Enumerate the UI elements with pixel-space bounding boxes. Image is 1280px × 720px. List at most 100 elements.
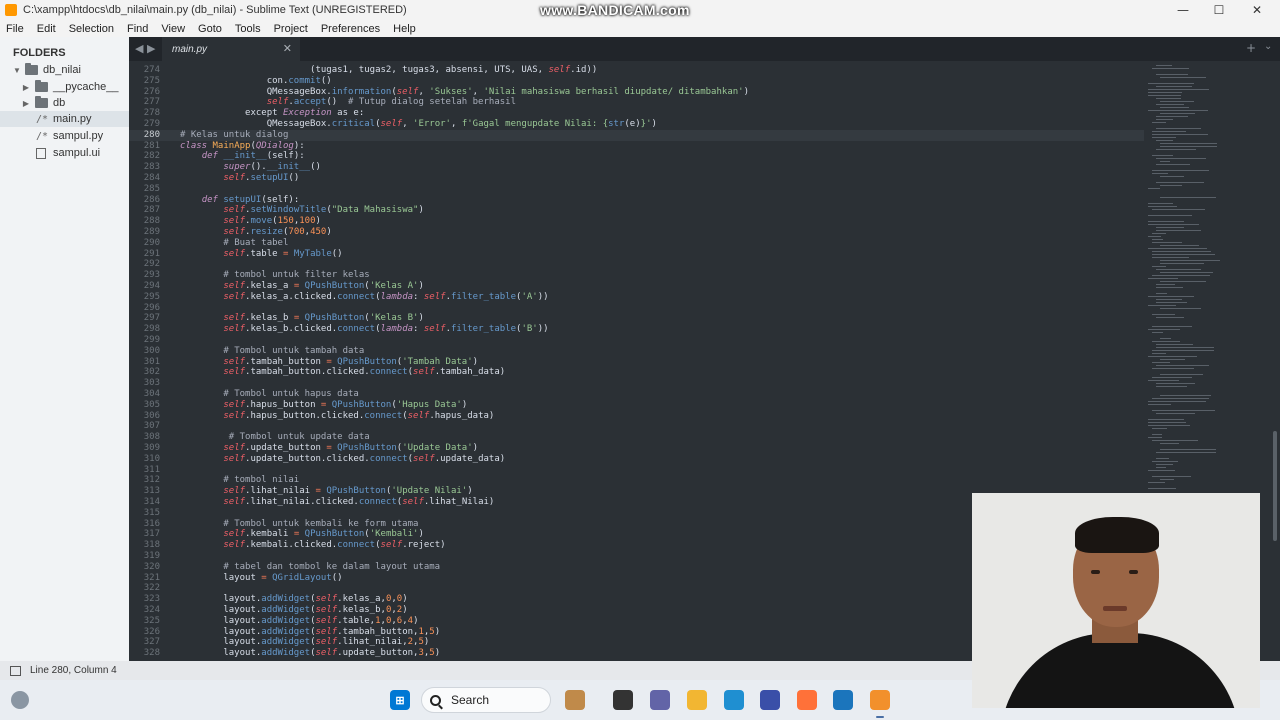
menu-preferences[interactable]: Preferences (321, 23, 380, 35)
code-line[interactable]: 297 self.kelas_b = QPushButton('Kelas B'… (129, 313, 1144, 324)
code-token: ) (651, 119, 657, 129)
code-token: () (331, 572, 343, 583)
line-number: 291 (143, 248, 160, 259)
tree-file-main-py[interactable]: /* main.py (0, 111, 129, 127)
code-token: .hapus_data) (429, 410, 495, 421)
taskbar-search[interactable]: Search (421, 687, 551, 713)
code-token: self (223, 486, 246, 497)
minimize-button[interactable]: — (1164, 0, 1202, 20)
code-token: ) (418, 205, 424, 216)
code-line[interactable]: 278 except Exception as e: (129, 108, 1144, 119)
code-line[interactable]: 286 def setupUI(self): (129, 195, 1144, 206)
chevron-right-icon[interactable]: ▶ (21, 99, 31, 108)
tree-file-sampul-py[interactable]: /* sampul.py (0, 128, 129, 144)
tree-folder-db[interactable]: ▶ db (0, 95, 129, 111)
firefox-icon[interactable] (797, 690, 817, 710)
editor-scrollbar[interactable] (1270, 61, 1280, 661)
code-line[interactable]: 303 (129, 378, 1144, 389)
code-line[interactable]: 312 # tombol nilai (129, 475, 1144, 486)
code-token: ) (472, 356, 479, 367)
code-line[interactable]: 274 (tugas1, tugas2, tugas3, absensi, UT… (129, 65, 1144, 76)
code-line[interactable]: 310 self.update_button.clicked.connect(s… (129, 454, 1144, 465)
menu-goto[interactable]: Goto (198, 23, 222, 35)
code-line[interactable]: 308 # Tombol untuk update data (129, 432, 1144, 443)
edge-icon[interactable] (724, 690, 744, 710)
code-line[interactable]: 304 # Tombol untuk hapus data (129, 389, 1144, 400)
tab-navigation-arrows[interactable]: ◀ ▶ (135, 42, 155, 55)
code-line[interactable]: 294 self.kelas_a = QPushButton('Kelas A'… (129, 281, 1144, 292)
code-line[interactable]: 283 super().__init__() (129, 162, 1144, 173)
menu-selection[interactable]: Selection (69, 23, 114, 35)
tree-folder-db-nilai[interactable]: ▼ db_nilai (0, 62, 129, 78)
code-line[interactable]: 306 self.hapus_button.clicked.connect(se… (129, 411, 1144, 422)
code-token: 'Hapus Data' (396, 399, 462, 410)
code-token: layout. (180, 594, 262, 605)
store-icon[interactable] (833, 690, 853, 710)
code-line[interactable]: 288 self.move(150,100) (129, 216, 1144, 227)
code-line[interactable]: 293 # tombol untuk filter kelas (129, 270, 1144, 281)
code-line[interactable]: 275 con.commit() (129, 76, 1144, 87)
code-line[interactable]: 298 self.kelas_b.clicked.connect(lambda:… (129, 324, 1144, 335)
running-app-indicator (876, 716, 884, 718)
tree-file-sampul-ui[interactable]: sampul.ui (0, 145, 129, 161)
tab-list-chevron-icon[interactable]: ⌄ (1264, 41, 1272, 52)
close-window-button[interactable]: ✕ (1238, 0, 1276, 20)
code-line[interactable]: 284 self.setupUI() (129, 173, 1144, 184)
code-line[interactable]: 280 # Kelas untuk dialog (129, 129, 1144, 141)
chevron-down-icon[interactable]: ▼ (12, 66, 22, 75)
tab-main-py[interactable]: main.py ✕ (162, 37, 300, 61)
code-line[interactable]: 277 self.accept() # Tutup dialog setelah… (129, 97, 1144, 108)
widgets-icon[interactable] (565, 690, 585, 710)
tree-folder-pycache[interactable]: ▶ __pycache__ (0, 79, 129, 95)
code-token: setupUI (223, 194, 262, 205)
code-token: layout. (180, 648, 262, 659)
vs-code-icon[interactable] (760, 690, 780, 710)
code-line[interactable]: 290 # Buat tabel (129, 238, 1144, 249)
cursor-position[interactable]: Line 280, Column 4 (30, 665, 117, 676)
code-line[interactable]: 311 (129, 465, 1144, 476)
menu-help[interactable]: Help (393, 23, 416, 35)
sublime-text-icon[interactable] (870, 690, 890, 710)
code-line[interactable]: 307 (129, 421, 1144, 432)
menu-view[interactable]: View (161, 23, 185, 35)
code-line[interactable]: 305 self.hapus_button = QPushButton('Hap… (129, 400, 1144, 411)
scroll-thumb[interactable] (1273, 431, 1277, 541)
code-line[interactable]: 281 class MainApp(QDialog): (129, 141, 1144, 152)
new-tab-icon[interactable]: + (1246, 41, 1256, 55)
code-line[interactable]: 309 self.update_button = QPushButton('Up… (129, 443, 1144, 454)
code-line[interactable]: 299 (129, 335, 1144, 346)
file-explorer-icon[interactable] (687, 690, 707, 710)
code-line[interactable]: 282 def __init__(self): (129, 151, 1144, 162)
code-line[interactable]: 300 # Tombol untuk tambah data (129, 346, 1144, 357)
code-line[interactable]: 285 (129, 184, 1144, 195)
code-line[interactable]: 292 (129, 259, 1144, 270)
code-line[interactable]: 291 self.table = MyTable() (129, 249, 1144, 260)
code-line[interactable]: 289 self.resize(700,450) (129, 227, 1144, 238)
menu-edit[interactable]: Edit (37, 23, 56, 35)
minimap-line (1156, 383, 1195, 384)
minimap-line (1152, 410, 1215, 411)
code-line[interactable]: 302 self.tambah_button.clicked.connect(s… (129, 367, 1144, 378)
weather-icon[interactable] (11, 691, 29, 709)
close-tab-icon[interactable]: ✕ (283, 42, 292, 55)
menu-file[interactable]: File (6, 23, 24, 35)
menu-find[interactable]: Find (127, 23, 148, 35)
chevron-right-icon[interactable]: ▶ (21, 83, 31, 92)
code-line[interactable]: 276 QMessageBox.information(self, 'Sukse… (129, 87, 1144, 98)
menu-project[interactable]: Project (274, 23, 308, 35)
code-line[interactable]: 296 (129, 303, 1144, 314)
code-line[interactable]: 301 self.tambah_button = QPushButton('Ta… (129, 357, 1144, 368)
chat-icon[interactable] (650, 690, 670, 710)
panel-toggle-icon[interactable] (10, 665, 21, 676)
windows-start-icon[interactable]: ⊞ (390, 690, 410, 710)
code-line[interactable]: 279 QMessageBox.critical(self, 'Error', … (129, 119, 1144, 130)
webcam-overlay (972, 493, 1260, 708)
code-line[interactable]: 287 self.setWindowTitle("Data Mahasiswa"… (129, 205, 1144, 216)
code-line[interactable]: 295 self.kelas_a.clicked.connect(lambda:… (129, 292, 1144, 303)
task-view-icon[interactable] (613, 690, 633, 710)
maximize-button[interactable]: ☐ (1200, 0, 1238, 20)
menu-tools[interactable]: Tools (235, 23, 261, 35)
